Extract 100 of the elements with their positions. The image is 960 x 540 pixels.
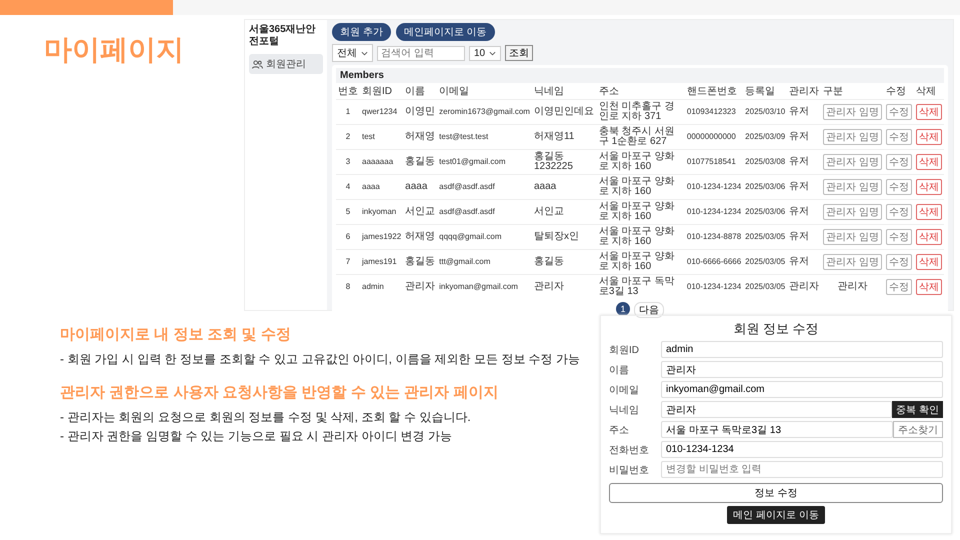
table-cell: 00000000000	[686, 132, 736, 141]
table-cell: 관리자	[789, 280, 820, 292]
delete-button[interactable]: 삭제	[916, 229, 942, 245]
appoint-admin-button[interactable]: 관리자 임명	[823, 204, 882, 220]
table-cell: 010-1234-1234	[686, 282, 742, 291]
table-cell: 탈퇴장x인	[534, 230, 579, 242]
table-cell: 010-1234-1234	[686, 182, 742, 191]
page-size-dropdown[interactable]: 10	[469, 46, 502, 60]
input-field[interactable]: admin	[661, 341, 943, 358]
edit-button[interactable]: 수정	[886, 154, 912, 170]
table-cell: 2025/03/09	[745, 132, 786, 141]
table-cell: 2025/03/08	[745, 156, 786, 166]
field-button[interactable]: 주소찾기	[893, 421, 943, 438]
search-field[interactable]: 검색어 입력	[377, 46, 465, 60]
table-cell: 2025/03/05	[745, 282, 786, 291]
appoint-admin-button[interactable]: 관리자 임명	[823, 254, 882, 270]
table-cell: 충북 청주시 서원구 1순환로 627	[598, 126, 674, 147]
section-heading: 마이페이지로 내 정보 조회 및 수정	[60, 325, 292, 344]
edit-button[interactable]: 수정	[886, 279, 912, 295]
table-cell: 01093412323	[686, 106, 736, 116]
table-cell: 4	[346, 182, 350, 191]
column-header: 관리자	[787, 83, 822, 100]
appoint-admin-button[interactable]: 관리자 임명	[823, 154, 882, 170]
table-cell: zeromin1673@gmail.com	[439, 106, 530, 116]
table-cell: 관리자	[838, 280, 868, 292]
table-cell: 서울 마포구 양화로 지하 160	[598, 226, 674, 247]
field-button[interactable]: 중복 확인	[892, 401, 943, 418]
appoint-admin-button[interactable]: 관리자 임명	[823, 229, 882, 245]
page-button[interactable]: 1	[616, 302, 630, 316]
table-cell: james191	[362, 256, 397, 266]
edit-button[interactable]: 수정	[886, 104, 912, 120]
edit-button[interactable]: 수정	[886, 229, 912, 245]
delete-button[interactable]: 삭제	[916, 104, 942, 120]
table-cell: asdf@asdf.asdf	[439, 206, 495, 216]
delete-button[interactable]: 삭제	[916, 129, 942, 145]
table-cell: 010-1234-8878	[686, 232, 742, 241]
slide-title: 마이페이지	[44, 33, 185, 67]
table-cell: qwer1234	[362, 106, 398, 116]
table-cell: 6	[346, 232, 350, 241]
table-cell: 서울 마포구 양화로 지하 160	[598, 150, 674, 172]
column-header: 번호	[336, 83, 360, 100]
header-button[interactable]: 회원 추가	[332, 23, 391, 41]
column-header: 이름	[403, 83, 438, 100]
table-cell: 홍길동	[405, 156, 436, 167]
table-cell: 010-1234-1234	[686, 206, 742, 216]
column-header: 주소	[596, 83, 685, 100]
header-button[interactable]: 메인페이지로 이동	[396, 23, 495, 41]
chevron-icon	[361, 50, 368, 56]
table-cell: 2025/03/10	[745, 106, 786, 116]
delete-button[interactable]: 삭제	[916, 254, 942, 270]
table-cell: james1922	[362, 232, 402, 241]
input-field[interactable]: inkyoman@gmail.com	[661, 381, 943, 398]
table-cell: 서인교	[405, 206, 436, 217]
table-cell: test	[362, 132, 375, 141]
table-cell: 서울 마포구 양화로 지하 160	[598, 176, 674, 197]
table-cell: 서울 마포구 양화로 지하 160	[598, 200, 674, 222]
table-cell: 유저	[789, 156, 810, 167]
field-label: 전화번호	[609, 444, 650, 456]
delete-button[interactable]: 삭제	[916, 204, 942, 220]
table-cell: 유저	[789, 206, 810, 217]
table-cell: aaaa	[405, 180, 428, 192]
input-field[interactable]: 서울 마포구 독막로3길 13	[661, 421, 893, 438]
edit-button[interactable]: 수정	[886, 179, 912, 195]
table-cell: 2	[346, 132, 350, 141]
column-header: 등록일	[743, 83, 788, 100]
input-field[interactable]: 관리자	[661, 401, 892, 418]
column-header: 이메일	[437, 83, 532, 100]
appoint-admin-button[interactable]: 관리자 임명	[823, 104, 882, 120]
filter-dropdown[interactable]: 전체	[332, 44, 373, 62]
section-heading: 관리자 권한으로 사용자 요청사항을 반영할 수 있는 관리자 페이지	[60, 383, 500, 402]
table-cell: 010-6666-6666	[686, 256, 742, 266]
table-cell: 유저	[789, 130, 810, 142]
search-button[interactable]: 조회	[505, 45, 534, 61]
table-cell: 이영민인데요	[534, 106, 594, 117]
table-cell: 7	[346, 256, 350, 266]
table-cell: 관리자	[534, 280, 564, 292]
delete-button[interactable]: 삭제	[916, 179, 942, 195]
delete-button[interactable]: 삭제	[916, 154, 942, 170]
next-page-button[interactable]: 다음	[634, 302, 664, 318]
submit-button[interactable]: 정보 수정	[609, 483, 943, 503]
appoint-admin-button[interactable]: 관리자 임명	[823, 179, 882, 195]
edit-button[interactable]: 수정	[886, 204, 912, 220]
table-cell: 이영민	[405, 106, 436, 117]
delete-button[interactable]: 삭제	[916, 279, 942, 295]
field-label: 주소	[609, 424, 630, 436]
field-label: 닉네임	[609, 404, 640, 416]
table-cell: 홍길동1232225	[534, 150, 573, 172]
field-label: 비밀번호	[609, 464, 650, 476]
input-field[interactable]: 010-1234-1234	[661, 441, 943, 458]
table-cell: qqqq@gmail.com	[439, 232, 502, 241]
input-field[interactable]: 관리자	[661, 361, 943, 378]
home-button[interactable]: 메인 페이지로 이동	[727, 506, 825, 524]
appoint-admin-button[interactable]: 관리자 임명	[823, 129, 882, 145]
edit-button[interactable]: 수정	[886, 129, 912, 145]
sidebar-item[interactable]: 회원관리	[249, 54, 323, 74]
column-header: 회원ID	[360, 83, 404, 100]
input-field[interactable]: 변경할 비밀번호 입력	[661, 461, 943, 478]
table-cell: 5	[346, 206, 350, 216]
edit-button[interactable]: 수정	[886, 254, 912, 270]
column-header: 삭제	[914, 83, 944, 100]
